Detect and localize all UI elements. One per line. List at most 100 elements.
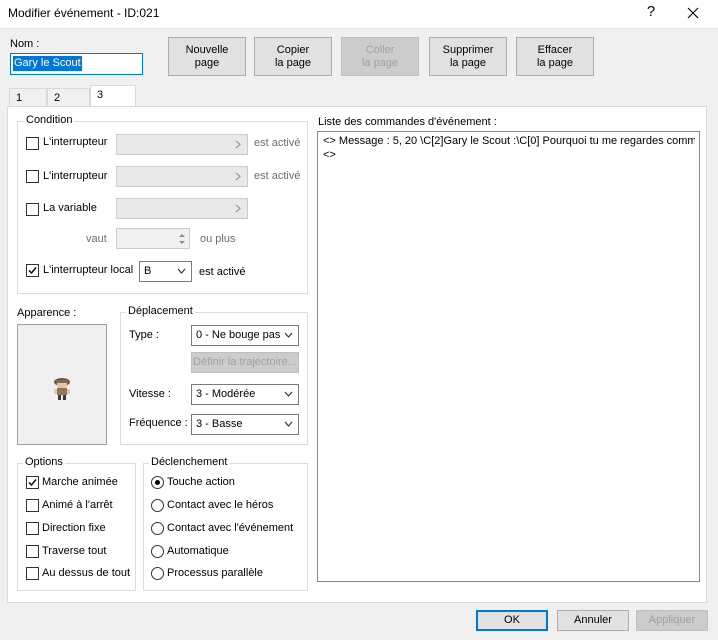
tab-2-label: 2 (54, 92, 61, 104)
tab-3-label: 3 (97, 89, 104, 101)
local-switch-label: L'interrupteur local (43, 264, 134, 276)
clear-page-label-1: Effacer (537, 43, 573, 56)
speed-value: 3 - Modérée (196, 388, 256, 400)
paste-page-label-2: la page (361, 56, 399, 69)
define-route-button[interactable]: Définir la trajectoire... (191, 352, 299, 373)
copy-page-label-1: Copier (276, 43, 310, 56)
commands-list[interactable]: <> Message : 5, 20 \C[2]Gary le Scout :\… (317, 131, 700, 582)
trigger-autorun-label: Automatique (167, 545, 229, 557)
name-label: Nom : (10, 38, 40, 50)
switch2-label: L'interrupteur (43, 170, 108, 182)
trigger-autorun-radio[interactable] (151, 545, 164, 558)
command-line-empty[interactable]: <> (323, 149, 336, 161)
appearance-label: Apparence : (17, 307, 77, 319)
switch1-selector[interactable] (116, 134, 248, 155)
trigger-parallel-radio[interactable] (151, 567, 164, 580)
chevron-right-icon (235, 204, 241, 213)
value-label: vaut (86, 233, 107, 245)
value-spinner[interactable] (116, 228, 190, 249)
trigger-label: Déclenchement (149, 456, 230, 468)
always-on-top-label: Au dessus de tout (42, 567, 131, 579)
delete-page-label-1: Supprimer (442, 43, 494, 56)
condition-label: Condition (24, 114, 75, 126)
paste-page-label-1: Coller (365, 43, 395, 56)
local-switch-suffix: est activé (199, 266, 246, 278)
direction-fix-label: Direction fixe (42, 522, 106, 534)
tab-1[interactable]: 1 (9, 88, 47, 106)
help-button[interactable]: ? (641, 3, 661, 20)
chevron-down-icon (284, 332, 293, 338)
close-button[interactable] (680, 0, 706, 26)
cancel-label: Annuler (574, 614, 612, 626)
trigger-event-touch-label: Contact avec l'événement (167, 522, 294, 534)
window-title: Modifier événement - ID:021 (8, 6, 160, 20)
character-sprite-icon (54, 378, 70, 400)
chevron-down-icon (284, 421, 293, 427)
checkmark-icon (28, 479, 37, 487)
options-label: Options (23, 456, 65, 468)
copy-page-button[interactable]: Copier la page (254, 37, 332, 76)
commands-label: Liste des commandes d'événement : (318, 116, 497, 128)
local-switch-select[interactable]: B (139, 261, 192, 282)
title-bar: Modifier événement - ID:021 ? (0, 0, 718, 29)
define-route-label: Définir la trajectoire... (193, 356, 297, 368)
chevron-down-icon (284, 391, 293, 397)
switch2-selector[interactable] (116, 166, 248, 187)
type-label: Type : (129, 329, 159, 341)
stepping-animation-checkbox[interactable] (26, 499, 39, 512)
switch1-suffix: est activé (254, 137, 301, 149)
speed-select[interactable]: 3 - Modérée (191, 384, 299, 405)
switch2-suffix: est activé (254, 170, 301, 182)
command-line-message[interactable]: <> Message : 5, 20 \C[2]Gary le Scout :\… (323, 135, 695, 147)
name-input-value: Gary le Scout (13, 56, 82, 71)
through-checkbox[interactable] (26, 545, 39, 558)
frequency-value: 3 - Basse (196, 418, 243, 430)
apply-label: Appliquer (648, 614, 696, 626)
delete-page-button[interactable]: Supprimer la page (429, 37, 507, 76)
tab-2[interactable]: 2 (47, 88, 90, 106)
local-switch-checkbox[interactable] (26, 264, 39, 277)
name-input[interactable]: Gary le Scout (10, 53, 143, 75)
type-select[interactable]: 0 - Ne bouge pas (191, 325, 299, 346)
new-page-label-2: page (194, 56, 220, 69)
trigger-parallel-label: Processus parallèle (167, 567, 263, 579)
trigger-player-touch-label: Contact avec le héros (167, 499, 274, 511)
ok-button[interactable]: OK (476, 610, 548, 631)
chevron-down-icon (177, 268, 186, 274)
new-page-button[interactable]: Nouvelle page (168, 37, 246, 76)
walking-animation-label: Marche animée (42, 476, 118, 488)
delete-page-label-2: la page (449, 56, 487, 69)
variable-label: La variable (43, 202, 97, 214)
variable-selector[interactable] (116, 198, 248, 219)
tab-3[interactable]: 3 (90, 85, 136, 107)
value-suffix: ou plus (200, 233, 236, 245)
trigger-event-touch-radio[interactable] (151, 522, 164, 535)
chevron-right-icon (235, 172, 241, 181)
switch1-checkbox[interactable] (26, 137, 39, 150)
close-icon (687, 7, 699, 19)
apply-button[interactable]: Appliquer (636, 610, 708, 631)
direction-fix-checkbox[interactable] (26, 522, 39, 535)
always-on-top-checkbox[interactable] (26, 567, 39, 580)
tab-1-label: 1 (16, 92, 23, 104)
clear-page-button[interactable]: Effacer la page (516, 37, 594, 76)
trigger-player-touch-radio[interactable] (151, 499, 164, 512)
frequency-select[interactable]: 3 - Basse (191, 414, 299, 435)
trigger-action-button-label: Touche action (167, 476, 235, 488)
cancel-button[interactable]: Annuler (557, 610, 629, 631)
through-label: Traverse tout (42, 545, 107, 557)
spinner-arrows-icon (179, 234, 185, 244)
copy-page-label-2: la page (274, 56, 312, 69)
chevron-right-icon (235, 140, 241, 149)
ok-label: OK (504, 614, 520, 626)
movement-label: Déplacement (126, 305, 195, 317)
paste-page-button[interactable]: Coller la page (341, 37, 419, 76)
switch2-checkbox[interactable] (26, 170, 39, 183)
trigger-action-button-radio[interactable] (151, 476, 164, 489)
walking-animation-checkbox[interactable] (26, 476, 39, 489)
appearance-preview[interactable] (17, 324, 107, 445)
switch1-label: L'interrupteur (43, 136, 108, 148)
variable-checkbox[interactable] (26, 203, 39, 216)
stepping-animation-label: Animé à l'arrêt (42, 499, 113, 511)
type-value: 0 - Ne bouge pas (196, 329, 281, 341)
